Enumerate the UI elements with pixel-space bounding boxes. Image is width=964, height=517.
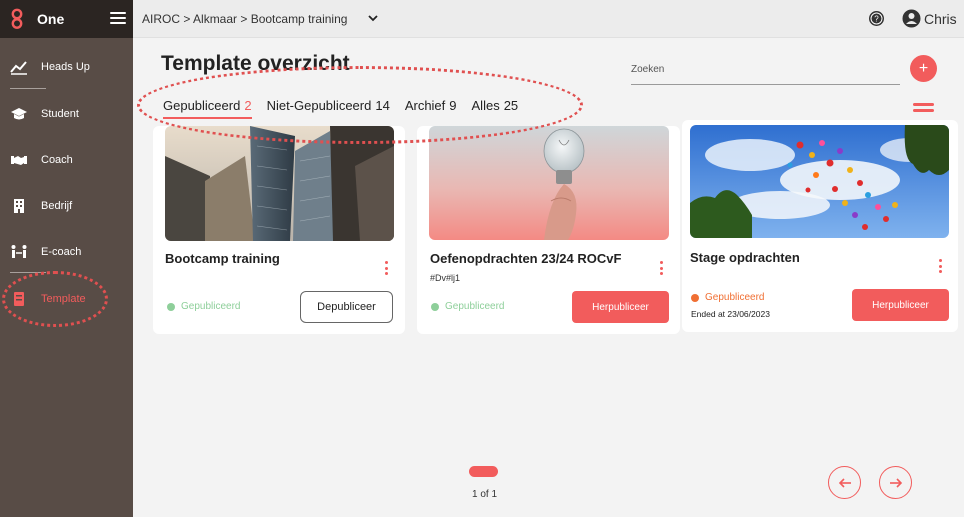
status-text: Gepubliceerd xyxy=(705,292,765,303)
sidebar-item-label: Template xyxy=(41,293,86,305)
people-arrows-icon xyxy=(11,245,27,258)
status-text: Gepubliceerd xyxy=(181,301,241,312)
add-template-button[interactable]: + xyxy=(910,55,937,82)
depubliceer-button[interactable]: Depubliceer xyxy=(300,291,393,323)
skyscrapers-image xyxy=(165,126,394,241)
sidebar-item-coach[interactable]: Coach xyxy=(0,142,133,178)
search-field xyxy=(631,56,900,85)
page-info: 1 of 1 xyxy=(472,489,498,500)
tab-archief[interactable]: Archief 9 xyxy=(405,98,457,119)
tab-count: 2 xyxy=(244,98,252,113)
sidebar-divider xyxy=(10,272,46,273)
sidebar-item-template[interactable]: Template xyxy=(0,281,133,317)
balloons-image xyxy=(690,125,949,238)
building-icon xyxy=(14,199,24,213)
logo-icon xyxy=(11,8,23,29)
tab-alles[interactable]: Alles 25 xyxy=(472,98,519,119)
sidebar-item-bedrijf[interactable]: Bedrijf xyxy=(0,188,133,224)
sidebar-item-label: Coach xyxy=(41,154,73,166)
previous-page-button[interactable] xyxy=(828,466,861,499)
card-more-menu-icon[interactable] xyxy=(658,261,664,275)
sidebar-item-heads-up[interactable]: Heads Up xyxy=(0,49,133,85)
status-dot-icon xyxy=(431,302,439,311)
herpubliceer-button[interactable]: Herpubliceer xyxy=(572,291,669,323)
card-tags: #Dv#lj1 xyxy=(430,273,461,283)
user-menu[interactable]: Chris xyxy=(902,9,957,28)
sidebar-item-label: Bedrijf xyxy=(41,200,73,212)
status-badge: Gepubliceerd xyxy=(431,301,504,312)
card-more-menu-icon[interactable] xyxy=(383,261,389,275)
card-title[interactable]: Oefenopdrachten 23/24 ROCvF xyxy=(430,251,621,266)
sidebar-item-label: E-coach xyxy=(41,246,82,258)
chart-line-icon xyxy=(10,61,27,75)
app-name: One xyxy=(37,11,65,27)
sidebar-item-label: Heads Up xyxy=(41,61,90,73)
tab-count: 14 xyxy=(375,98,390,113)
status-badge: Gepubliceerd xyxy=(691,292,764,303)
lightbulb-image xyxy=(429,126,669,240)
herpubliceer-button[interactable]: Herpubliceer xyxy=(852,289,949,321)
user-avatar-icon xyxy=(902,9,921,28)
status-text: Gepubliceerd xyxy=(445,301,505,312)
search-input[interactable] xyxy=(631,56,900,82)
ended-date: Ended at 23/06/2023 xyxy=(691,309,770,319)
handshake-icon xyxy=(11,156,27,165)
tab-label: Niet-Gepubliceerd xyxy=(266,98,372,113)
user-name: Chris xyxy=(924,10,957,27)
top-bar: AIROC > Alkmaar > Bootcamp training ? Ch… xyxy=(133,0,964,38)
sidebar-item-e-coach[interactable]: E-coach xyxy=(0,234,133,270)
tab-gepubliceerd[interactable]: Gepubliceerd 2 xyxy=(163,98,252,119)
graduation-cap-icon xyxy=(11,108,27,120)
sidebar: One Heads Up Student Coach Bedrijf E-coa… xyxy=(0,0,133,517)
tab-label: Alles xyxy=(471,98,500,113)
tab-label: Gepubliceerd xyxy=(163,98,241,113)
status-dot-icon xyxy=(691,293,699,302)
next-page-button[interactable] xyxy=(879,466,912,499)
template-icon xyxy=(14,292,24,306)
status-dot-icon xyxy=(167,302,175,311)
arrow-right-icon xyxy=(889,477,902,488)
sidebar-item-student[interactable]: Student xyxy=(0,96,133,132)
tab-count: 9 xyxy=(449,98,457,113)
template-card[interactable]: Oefenopdrachten 23/24 ROCvF #Dv#lj1 Gepu… xyxy=(417,126,680,334)
tab-label: Archief xyxy=(404,98,446,113)
status-tabs: Gepubliceerd 2 Niet-Gepubliceerd 14 Archie… xyxy=(163,98,533,119)
breadcrumb[interactable]: AIROC > Alkmaar > Bootcamp training xyxy=(142,12,347,26)
sidebar-item-label: Student xyxy=(41,108,79,120)
app-root: One Heads Up Student Coach Bedrijf E-coa… xyxy=(0,0,964,517)
card-title[interactable]: Bootcamp training xyxy=(165,251,280,266)
sidebar-divider xyxy=(10,88,46,89)
card-image-skyscrapers xyxy=(165,126,394,241)
tab-count: 25 xyxy=(503,98,519,113)
status-badge: Gepubliceerd xyxy=(167,301,240,312)
brand-bar: One xyxy=(0,0,133,38)
template-card[interactable]: Bootcamp training Gepubliceerd Depublice… xyxy=(153,126,405,334)
chevron-down-icon[interactable] xyxy=(367,12,379,24)
card-more-menu-icon[interactable] xyxy=(937,259,943,273)
page-indicator[interactable] xyxy=(469,466,498,477)
help-icon[interactable]: ? xyxy=(868,10,885,27)
card-image-balloons xyxy=(690,125,949,238)
card-image-lightbulb xyxy=(429,126,669,240)
page-title: Template overzicht xyxy=(161,52,350,75)
tab-niet-gepubliceerd[interactable]: Niet-Gepubliceerd 14 xyxy=(267,98,390,119)
filter-toggle-icon[interactable] xyxy=(913,103,934,114)
arrow-left-icon xyxy=(838,477,851,488)
template-card[interactable]: Stage opdrachten Gepubliceerd Ended at 2… xyxy=(682,120,958,332)
svg-text:?: ? xyxy=(874,15,879,24)
hamburger-menu-icon[interactable] xyxy=(110,12,126,25)
card-title[interactable]: Stage opdrachten xyxy=(690,250,800,265)
